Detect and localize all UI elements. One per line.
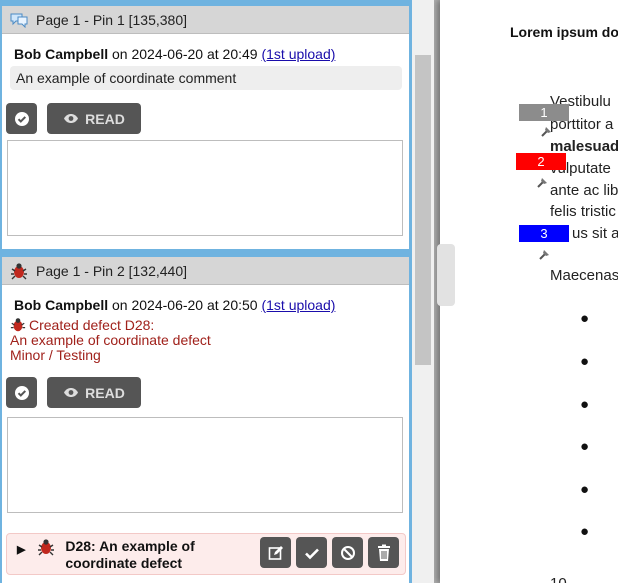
author-line: Bob Campbell on 2024-06-20 at 20:49 (1st… <box>14 46 409 62</box>
pin-icon[interactable] <box>536 175 550 189</box>
bullet-dot: ● <box>580 523 590 540</box>
ban-icon <box>340 545 355 560</box>
reply-textarea[interactable] <box>7 140 403 236</box>
bullet-dot: ● <box>580 481 590 498</box>
expand-triangle-icon[interactable]: ▶ <box>17 544 25 556</box>
author-name: Bob Campbell <box>14 297 109 313</box>
reply-textarea[interactable] <box>7 417 403 513</box>
upload-link[interactable]: (1st upload) <box>261 46 335 62</box>
defect-description: Created defect D28: An example of coordi… <box>10 317 409 363</box>
defect-title-text: D28: An example of coordinate defect <box>65 538 195 571</box>
resolve-button[interactable] <box>6 103 37 134</box>
document-viewer: Lorem ipsum do Vestibulu porttitor a mal… <box>434 0 618 583</box>
defect-title: ▶ D28: An example of coordinate defect <box>17 538 215 572</box>
trash-icon <box>377 544 390 561</box>
check-circle-icon <box>14 111 29 126</box>
comment-title: Page 1 - Pin 2 [132,440] <box>36 262 187 279</box>
check-circle-icon <box>14 385 29 400</box>
read-button[interactable]: READ <box>47 377 141 408</box>
author-name: Bob Campbell <box>14 46 109 62</box>
defect-line-3: Minor / Testing <box>10 347 101 363</box>
defect-summary-bar[interactable]: ▶ D28: An example of coordinate defect <box>6 533 406 575</box>
bug-icon <box>8 262 30 280</box>
defect-tools <box>260 537 399 568</box>
panel-scrollbar[interactable] <box>412 0 434 583</box>
upload-link[interactable]: (1st upload) <box>261 297 335 313</box>
comment-card-1: Page 1 - Pin 1 [135,380] Bob Campbell on… <box>2 6 409 249</box>
read-button[interactable]: READ <box>47 103 141 134</box>
doc-line: ante ac lib <box>550 182 618 199</box>
resolve-button[interactable] <box>6 377 37 408</box>
panel-collapse-handle[interactable] <box>437 244 455 306</box>
document-page[interactable]: Lorem ipsum do Vestibulu porttitor a mal… <box>440 0 618 583</box>
comment-title: Page 1 - Pin 1 [135,380] <box>36 11 187 28</box>
check-icon <box>304 548 319 559</box>
comment-actions: READ <box>6 377 409 408</box>
bullet-dot: ● <box>580 353 590 370</box>
bullet-dot: ● <box>580 438 590 455</box>
pin-2-label[interactable]: 2 <box>516 153 566 170</box>
edit-button[interactable] <box>260 537 291 568</box>
speech-bubble-icon <box>8 11 30 29</box>
pin-icon[interactable] <box>538 247 552 261</box>
comment-header-2[interactable]: Page 1 - Pin 2 [132,440] <box>2 257 409 285</box>
bullet-dot: ● <box>580 396 590 413</box>
read-label: READ <box>85 384 125 401</box>
comment-timestamp: on 2024-06-20 at 20:50 <box>108 297 262 313</box>
doc-footer-number: 10 <box>550 575 567 583</box>
bug-icon <box>38 539 55 556</box>
defect-line-1: Created defect D28: <box>29 316 155 333</box>
comment-actions: READ <box>6 103 409 134</box>
edit-icon <box>268 545 283 560</box>
comments-panel: Page 1 - Pin 1 [135,380] Bob Campbell on… <box>0 0 412 583</box>
eye-icon <box>64 114 79 123</box>
author-line: Bob Campbell on 2024-06-20 at 20:50 (1st… <box>14 297 409 313</box>
accept-button[interactable] <box>296 537 327 568</box>
read-label: READ <box>85 110 125 127</box>
doc-line: us sit a <box>572 225 618 242</box>
doc-line: Maecenas <box>550 267 618 284</box>
comment-header-1[interactable]: Page 1 - Pin 1 [135,380] <box>2 6 409 34</box>
bullet-dot: ● <box>580 310 590 327</box>
reject-button[interactable] <box>332 537 363 568</box>
pin-3-label[interactable]: 3 <box>519 225 569 242</box>
document-title: Lorem ipsum do <box>510 24 618 40</box>
comment-timestamp: on 2024-06-20 at 20:49 <box>108 46 262 62</box>
bug-icon <box>10 318 26 332</box>
defect-line-2: An example of coordinate defect <box>10 332 211 348</box>
eye-icon <box>64 388 79 397</box>
scrollbar-thumb[interactable] <box>415 55 431 365</box>
pin-icon[interactable] <box>540 124 554 138</box>
comment-body: An example of coordinate comment <box>10 66 402 90</box>
delete-button[interactable] <box>368 537 399 568</box>
pin-1-label[interactable]: 1 <box>519 104 569 121</box>
doc-line: felis tristic <box>550 203 616 220</box>
